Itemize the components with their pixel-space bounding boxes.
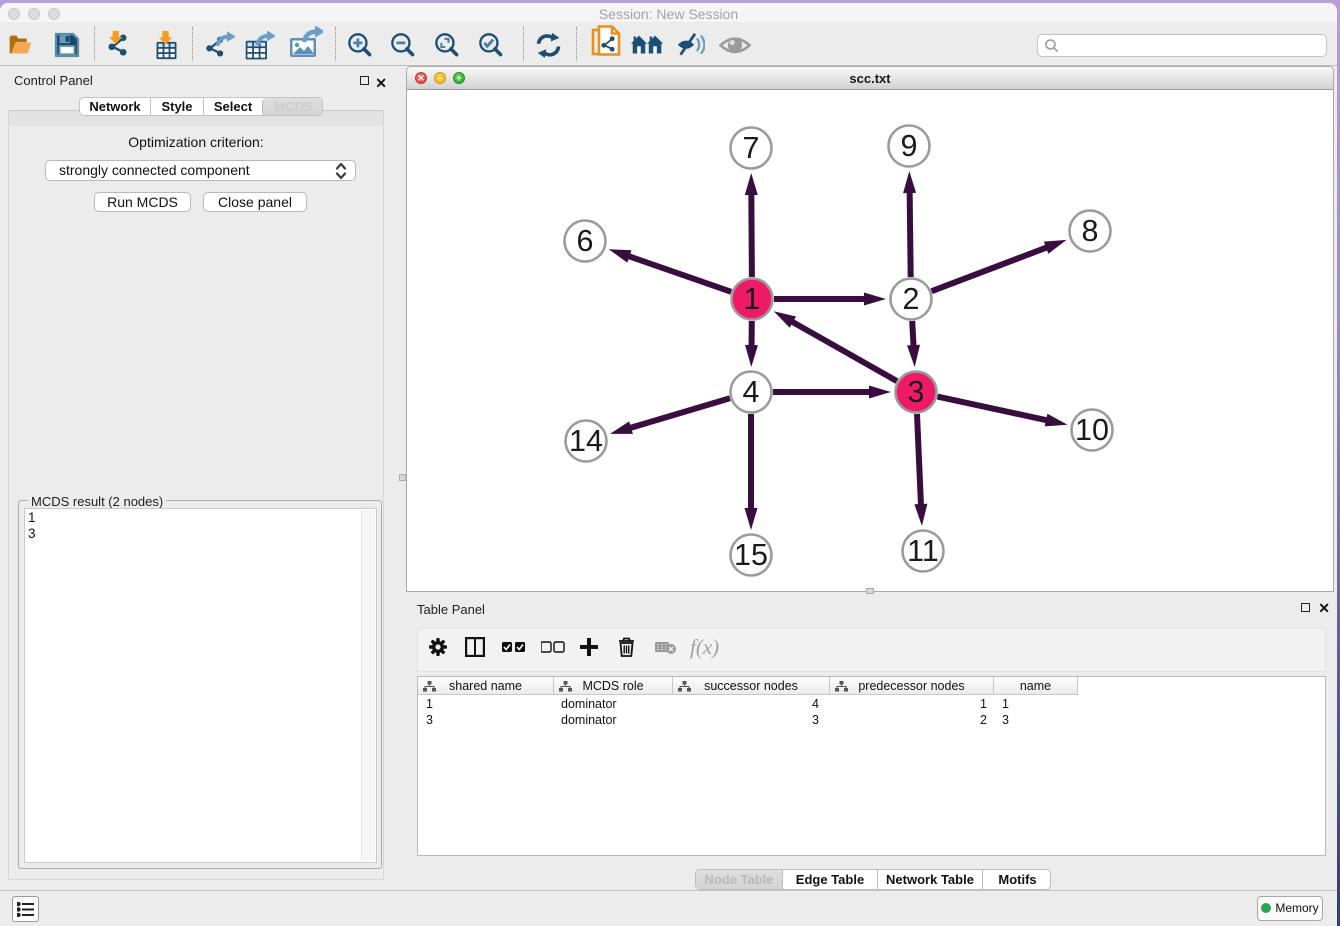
svg-text:9: 9 — [901, 129, 918, 163]
svg-text:11: 11 — [907, 534, 939, 568]
svg-text:3: 3 — [908, 375, 925, 409]
svg-text:8: 8 — [1082, 214, 1099, 248]
svg-text:15: 15 — [734, 538, 768, 572]
svg-text:4: 4 — [743, 375, 760, 409]
svg-text:10: 10 — [1075, 413, 1109, 447]
svg-text:1: 1 — [744, 282, 761, 316]
svg-text:14: 14 — [569, 424, 603, 458]
svg-text:2: 2 — [903, 282, 920, 316]
svg-text:7: 7 — [743, 131, 760, 165]
svg-text:6: 6 — [577, 224, 594, 258]
